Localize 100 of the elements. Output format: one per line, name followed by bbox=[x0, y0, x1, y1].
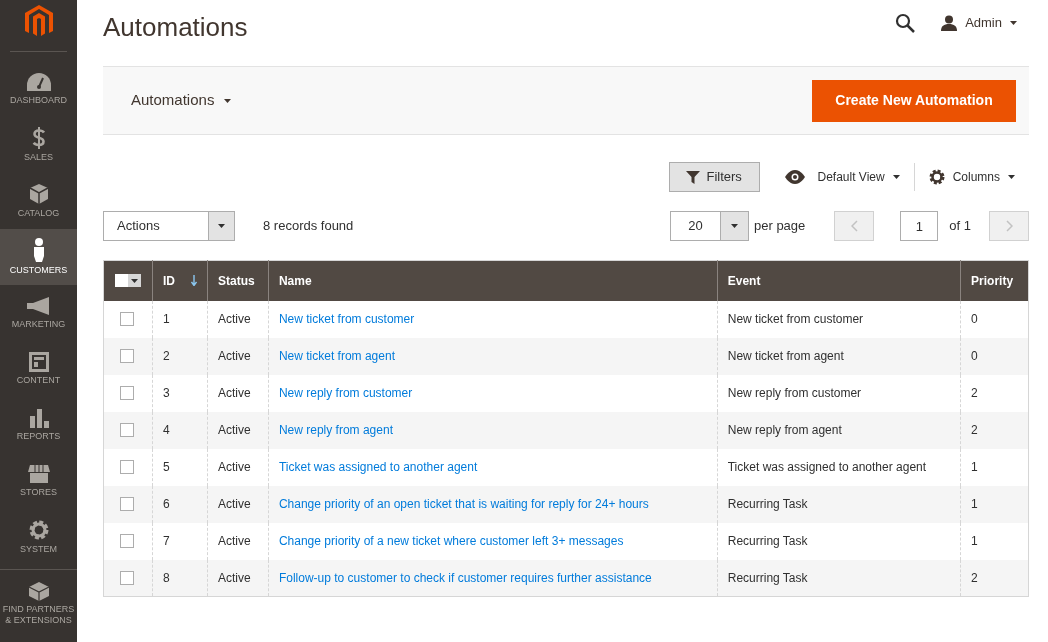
row-checkbox[interactable] bbox=[120, 534, 134, 548]
nav-item[interactable]: DASHBOARD bbox=[0, 61, 77, 117]
caret-icon bbox=[131, 278, 138, 283]
megaphone-icon bbox=[25, 296, 52, 316]
automation-link[interactable]: Ticket was assigned to another agent bbox=[278, 460, 478, 474]
table-cell: 4 bbox=[163, 423, 170, 437]
table-cell: Active bbox=[218, 312, 251, 326]
table-cell: Active bbox=[218, 386, 251, 400]
page-input[interactable]: 1 bbox=[900, 211, 939, 241]
per-page-select[interactable]: 20 bbox=[670, 211, 749, 241]
table-cell: 8 bbox=[163, 570, 170, 585]
user-icon bbox=[941, 15, 958, 31]
actions-select[interactable]: Actions bbox=[103, 211, 235, 241]
column-header[interactable]: Status bbox=[207, 260, 269, 301]
sort-arrow-icon bbox=[191, 275, 197, 287]
table-cell: 2 bbox=[971, 423, 978, 437]
automation-link[interactable]: New ticket from agent bbox=[278, 349, 395, 363]
table-cell: Recurring Task bbox=[727, 534, 808, 548]
nav-item[interactable]: FIND PARTNERS & EXTENSIONS bbox=[0, 578, 77, 628]
previous-page-button[interactable] bbox=[834, 211, 875, 241]
eye-icon bbox=[784, 170, 807, 184]
user-menu[interactable]: Admin bbox=[941, 13, 1029, 33]
box-icon bbox=[27, 183, 50, 205]
funnel-icon bbox=[686, 170, 701, 184]
blocks-icon bbox=[27, 580, 50, 601]
table-cell: Active bbox=[218, 534, 251, 548]
table-cell: Active bbox=[218, 460, 251, 474]
caret-icon bbox=[731, 224, 738, 228]
column-header[interactable]: Name bbox=[268, 260, 718, 301]
table-cell: 3 bbox=[163, 386, 170, 400]
page-count: of 1 bbox=[949, 217, 971, 236]
table-cell: Active bbox=[218, 497, 251, 511]
records-count: 8 records found bbox=[263, 217, 354, 236]
nav-item[interactable]: CATALOG bbox=[0, 173, 77, 229]
table-cell: Recurring Task bbox=[727, 497, 808, 511]
table-cell: Recurring Task bbox=[727, 570, 808, 585]
columns-dropdown[interactable]: Columns bbox=[928, 168, 1029, 186]
nav-item[interactable]: REPORTS bbox=[0, 397, 77, 453]
row-checkbox[interactable] bbox=[120, 349, 134, 363]
page-title: Automations bbox=[103, 10, 248, 44]
table-cell: 0 bbox=[971, 312, 978, 326]
table-cell: 0 bbox=[971, 349, 978, 363]
automation-link[interactable]: New reply from customer bbox=[278, 386, 413, 400]
store-switcher[interactable]: Automations bbox=[131, 89, 232, 112]
chevron-left-icon bbox=[850, 220, 858, 232]
gear-icon bbox=[27, 519, 50, 541]
person-icon bbox=[31, 238, 46, 262]
caret-icon bbox=[1010, 21, 1017, 25]
search-icon[interactable] bbox=[895, 13, 916, 33]
nav-item[interactable]: CUSTOMERS bbox=[0, 229, 77, 285]
automation-link[interactable]: Change priority of an open ticket that is waiting for reply for 24+ hours bbox=[278, 497, 649, 511]
column-header[interactable]: Priority bbox=[960, 260, 1029, 301]
table-cell: Ticket was assigned to another agent bbox=[727, 460, 927, 474]
table-cell: 2 bbox=[971, 570, 978, 585]
table-cell: 1 bbox=[163, 312, 170, 326]
table-cell: New reply from customer bbox=[727, 386, 862, 400]
caret-icon bbox=[224, 98, 232, 103]
table-cell: Active bbox=[218, 570, 251, 585]
table-cell: 6 bbox=[163, 497, 170, 511]
table-cell: New ticket from customer bbox=[727, 312, 864, 326]
table-cell: New ticket from agent bbox=[727, 349, 844, 363]
automation-link[interactable]: New ticket from customer bbox=[278, 312, 415, 326]
next-page-button[interactable] bbox=[989, 211, 1029, 241]
nav-item[interactable]: STORES bbox=[0, 453, 77, 509]
create-button[interactable]: Create New Automation bbox=[812, 79, 1016, 122]
row-checkbox[interactable] bbox=[120, 497, 134, 511]
table-cell: 2 bbox=[163, 349, 170, 363]
table-cell: New reply from agent bbox=[727, 423, 842, 437]
table-cell: 2 bbox=[971, 386, 978, 400]
caret-icon bbox=[1008, 175, 1015, 179]
row-checkbox[interactable] bbox=[120, 570, 134, 585]
automation-link[interactable]: New reply from agent bbox=[278, 423, 393, 437]
automation-link[interactable]: Follow-up to customer to check if customer requires further assistance bbox=[278, 570, 652, 585]
gauge-icon bbox=[25, 72, 52, 92]
view-dropdown[interactable]: Default View bbox=[784, 168, 900, 186]
nav-item[interactable]: CONTENT bbox=[0, 341, 77, 397]
nav-item[interactable]: SALES bbox=[0, 117, 77, 173]
table-cell: 7 bbox=[163, 534, 170, 548]
column-header[interactable]: ID bbox=[152, 260, 208, 301]
table-cell: 5 bbox=[163, 460, 170, 474]
filters-button[interactable]: Filters bbox=[669, 162, 761, 192]
chevron-right-icon bbox=[1005, 220, 1013, 232]
row-checkbox[interactable] bbox=[120, 312, 134, 326]
column-header[interactable]: Event bbox=[717, 260, 961, 301]
table-cell: Active bbox=[218, 349, 251, 363]
storefront-icon bbox=[26, 464, 51, 484]
table-cell: 1 bbox=[971, 460, 978, 474]
automation-link[interactable]: Change priority of a new ticket where customer left 3+ messages bbox=[278, 534, 624, 548]
bar-chart-icon bbox=[28, 408, 49, 428]
caret-icon bbox=[892, 175, 900, 179]
gear-icon bbox=[928, 169, 945, 185]
row-checkbox[interactable] bbox=[120, 386, 134, 400]
row-checkbox[interactable] bbox=[120, 460, 134, 474]
row-checkbox[interactable] bbox=[120, 423, 134, 437]
table-cell: 1 bbox=[971, 497, 978, 511]
caret-icon bbox=[218, 224, 225, 228]
mass-select-checkbox[interactable] bbox=[115, 274, 141, 288]
nav-item[interactable]: SYSTEM bbox=[0, 509, 77, 565]
nav-item[interactable]: MARKETING bbox=[0, 285, 77, 341]
logo-icon bbox=[24, 5, 53, 39]
